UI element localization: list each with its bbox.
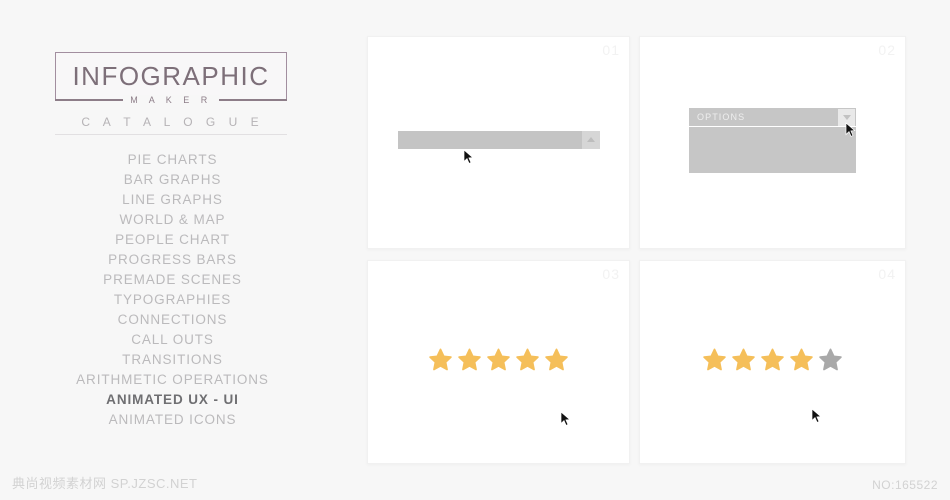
select-toggle-button[interactable]: [581, 130, 600, 149]
menu-item-progress-bars[interactable]: PROGRESS BARS: [0, 250, 345, 270]
menu-item-connections[interactable]: CONNECTIONS: [0, 310, 345, 330]
preview-panel-03[interactable]: 03: [367, 260, 630, 464]
dropdown-label: OPTIONS: [697, 112, 746, 122]
star-rating-04[interactable]: [702, 347, 843, 372]
caret-up-icon: [586, 137, 595, 142]
select-collapsed[interactable]: [397, 130, 600, 149]
menu-item-pie-charts[interactable]: PIE CHARTS: [0, 150, 345, 170]
menu-item-arithmetic-operations[interactable]: ARITHMETIC OPERATIONS: [0, 370, 345, 390]
menu-item-premade-scenes[interactable]: PREMADE SCENES: [0, 270, 345, 290]
star-rating-03[interactable]: [428, 347, 569, 372]
select-value[interactable]: [398, 131, 582, 149]
panel-body-02: OPTIONS: [640, 37, 905, 248]
logo-rule-left: [55, 99, 124, 101]
app-root: INFOGRAPHIC M A K E R C A T A L O G U E …: [0, 0, 950, 500]
menu-item-call-outs[interactable]: CALL OUTS: [0, 330, 345, 350]
star-filled-icon[interactable]: [515, 347, 540, 372]
caret-down-icon: [842, 114, 851, 120]
preview-panel-02[interactable]: 02 OPTIONS: [639, 36, 906, 249]
watermark-left: 典尚视频素材网 SP.JZSC.NET: [12, 476, 198, 491]
logo-rule-right: [218, 99, 288, 101]
catalogue-menu: PIE CHARTS BAR GRAPHS LINE GRAPHS WORLD & M…: [0, 150, 345, 430]
sidebar: INFOGRAPHIC M A K E R C A T A L O G U E …: [0, 0, 345, 500]
menu-item-bar-graphs[interactable]: BAR GRAPHS: [0, 170, 345, 190]
logo-subtitle: M A K E R: [123, 95, 219, 105]
star-filled-icon[interactable]: [731, 347, 756, 372]
star-filled-icon[interactable]: [428, 347, 453, 372]
preview-panel-01[interactable]: 01: [367, 36, 630, 249]
menu-item-world-map[interactable]: WORLD & MAP: [0, 210, 345, 230]
select-expanded[interactable]: OPTIONS: [689, 108, 856, 173]
menu-item-transitions[interactable]: TRANSITIONS: [0, 350, 345, 370]
panel-body-03: [368, 261, 629, 463]
preview-grid: 01 02 OPTIONS 03 04: [367, 36, 907, 464]
star-filled-icon[interactable]: [457, 347, 482, 372]
catalogue-divider: [55, 134, 287, 135]
star-empty-icon[interactable]: [818, 347, 843, 372]
menu-item-animated-icons[interactable]: ANIMATED ICONS: [0, 410, 345, 430]
logo-subtitle-row: M A K E R: [55, 92, 288, 108]
star-filled-icon[interactable]: [702, 347, 727, 372]
star-filled-icon[interactable]: [544, 347, 569, 372]
dropdown-header[interactable]: OPTIONS: [689, 108, 856, 127]
star-filled-icon[interactable]: [760, 347, 785, 372]
menu-item-people-chart[interactable]: PEOPLE CHART: [0, 230, 345, 250]
panel-body-04: [640, 261, 905, 463]
dropdown-option-list[interactable]: [689, 127, 856, 173]
star-filled-icon[interactable]: [486, 347, 511, 372]
catalogue-heading: C A T A L O G U E: [81, 115, 264, 129]
watermark-right: NO:165522: [872, 478, 938, 492]
preview-panel-04[interactable]: 04: [639, 260, 906, 464]
panel-body-01: [368, 37, 629, 248]
logo-title: INFOGRAPHIC: [72, 60, 270, 91]
dropdown-toggle-button[interactable]: [838, 108, 855, 126]
star-filled-icon[interactable]: [789, 347, 814, 372]
menu-item-typographies[interactable]: TYPOGRAPHIES: [0, 290, 345, 310]
menu-item-animated-ux-ui[interactable]: ANIMATED UX - UI: [0, 390, 345, 410]
menu-item-line-graphs[interactable]: LINE GRAPHS: [0, 190, 345, 210]
